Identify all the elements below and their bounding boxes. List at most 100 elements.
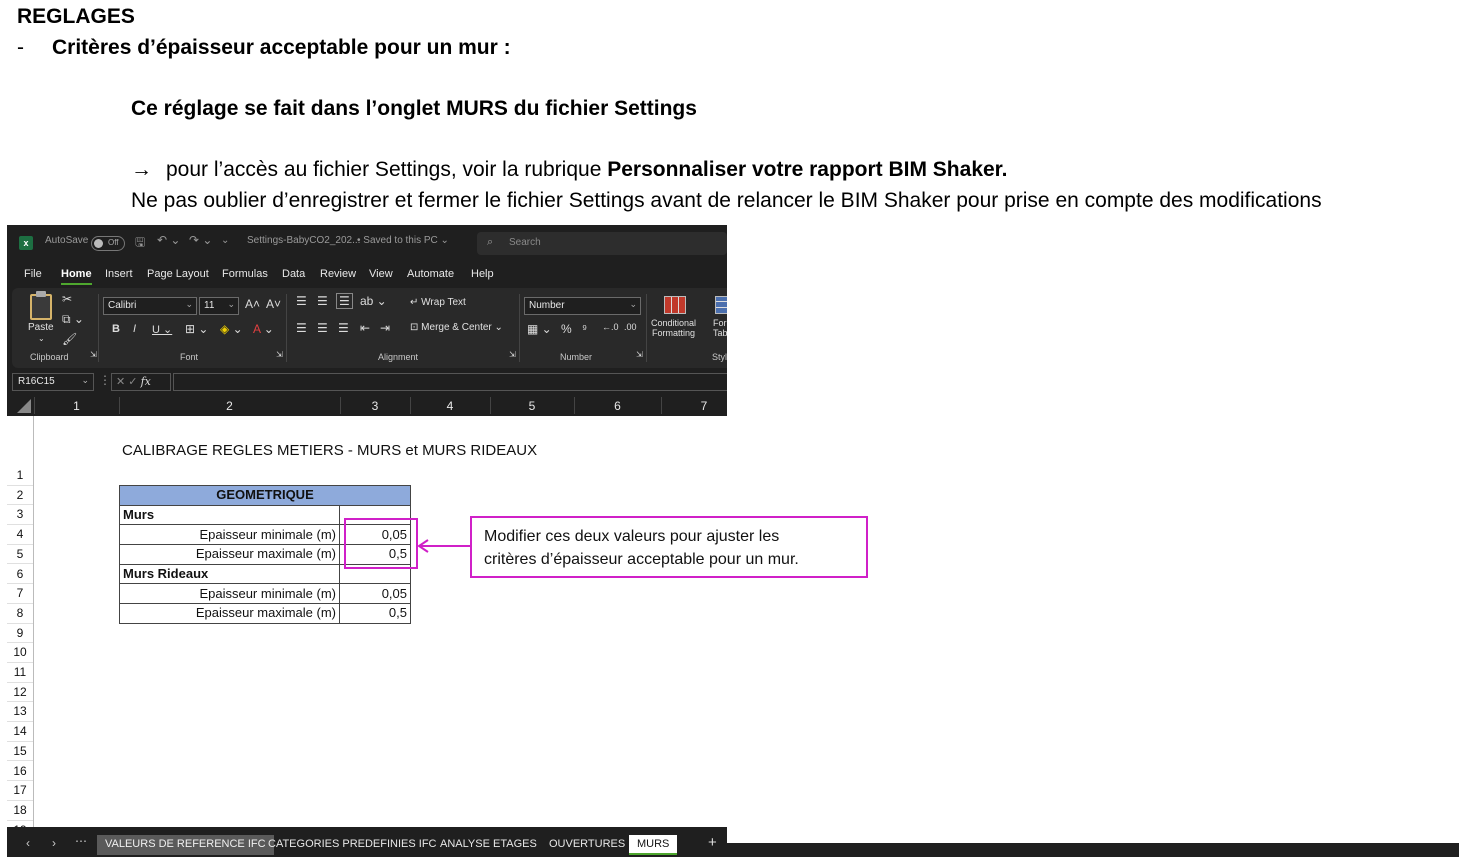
row-header-2[interactable]: 2: [7, 486, 33, 506]
increase-decimal-icon[interactable]: ←.0: [602, 322, 619, 332]
copy-icon[interactable]: ⧉ ⌄: [62, 312, 84, 327]
column-header-7[interactable]: 7: [661, 399, 727, 413]
dialog-launcher-icon[interactable]: ⇲: [276, 350, 283, 359]
group-murs-rideaux-cell[interactable]: Murs Rideaux: [119, 563, 340, 585]
customize-toolbar-icon[interactable]: ⌄: [221, 235, 229, 246]
row-header-6[interactable]: 6: [7, 565, 33, 585]
tab-page-layout[interactable]: Page Layout: [147, 268, 209, 280]
empty-cell[interactable]: [339, 504, 411, 526]
sheet-tab-ouvertures[interactable]: OUVERTURES: [541, 835, 633, 855]
sheet-tab-categories[interactable]: CATEGORIES PREDEFINIES IFC: [260, 835, 445, 855]
wrap-text-button[interactable]: ↵ Wrap Text: [410, 297, 466, 308]
borders-icon[interactable]: ⊞ ⌄: [185, 322, 208, 336]
row-header-16[interactable]: 16: [7, 762, 33, 782]
row-header-8[interactable]: 8: [7, 604, 33, 624]
orientation-icon[interactable]: ab ⌄: [360, 294, 387, 308]
tab-automate[interactable]: Automate: [407, 268, 454, 280]
conditional-formatting-icon[interactable]: [664, 296, 686, 314]
save-icon[interactable]: 🖫: [135, 233, 145, 254]
paste-button[interactable]: Paste: [28, 322, 54, 333]
italic-icon[interactable]: I: [133, 323, 136, 335]
align-center-icon[interactable]: ☰: [317, 321, 328, 335]
bold-icon[interactable]: B: [112, 323, 120, 335]
name-box[interactable]: R16C15 ⌄: [12, 373, 94, 391]
row-header-10[interactable]: 10: [7, 643, 33, 663]
row-header-18[interactable]: 18: [7, 801, 33, 821]
murs-max-label-cell[interactable]: Epaisseur maximale (m): [119, 544, 340, 565]
fill-color-icon[interactable]: ◈ ⌄: [220, 322, 243, 336]
align-bottom-icon[interactable]: ☰: [336, 293, 353, 309]
align-top-icon[interactable]: ☰: [296, 294, 307, 308]
format-painter-icon[interactable]: 🖌: [62, 332, 77, 346]
font-color-icon[interactable]: A ⌄: [253, 322, 274, 336]
increase-indent-icon[interactable]: ⇥: [380, 321, 390, 335]
tab-insert[interactable]: Insert: [105, 268, 133, 280]
row-header-9[interactable]: 9: [7, 624, 33, 644]
align-right-icon[interactable]: ☰: [338, 321, 349, 335]
select-all-icon[interactable]: [17, 399, 31, 413]
font-name-select[interactable]: Calibri ⌄: [103, 297, 197, 315]
row-header-13[interactable]: 13: [7, 702, 33, 723]
tab-file[interactable]: File: [24, 268, 42, 280]
row-header-19[interactable]: 19: [7, 821, 33, 827]
row-header-11[interactable]: 11: [7, 663, 33, 683]
column-header-3[interactable]: 3: [340, 399, 410, 413]
dialog-launcher-icon[interactable]: ⇲: [636, 350, 643, 359]
more-options-icon[interactable]: ⋮: [99, 373, 111, 387]
conditional-formatting-button[interactable]: Conditional Formatting: [651, 318, 696, 338]
row-header-3[interactable]: 3: [7, 505, 33, 526]
autosave-toggle[interactable]: Off: [91, 236, 125, 251]
rideaux-max-label-cell[interactable]: Epaisseur maximale (m): [119, 603, 340, 624]
chevron-right-icon[interactable]: ›: [52, 836, 56, 850]
row-header-4[interactable]: 4: [7, 525, 33, 545]
underline-icon[interactable]: U ⌄: [152, 323, 172, 336]
increase-font-icon[interactable]: A˄: [245, 297, 260, 311]
tab-review[interactable]: Review: [320, 268, 356, 280]
save-status[interactable]: • Saved to this PC ⌄: [357, 235, 449, 246]
column-header-5[interactable]: 5: [490, 399, 574, 413]
murs-max-value-cell[interactable]: 0,5: [339, 544, 411, 565]
tab-view[interactable]: View: [369, 268, 393, 280]
tab-formulas[interactable]: Formulas: [222, 268, 268, 280]
align-middle-icon[interactable]: ☰: [317, 294, 328, 308]
tab-data[interactable]: Data: [282, 268, 305, 280]
tab-help[interactable]: Help: [471, 268, 494, 280]
murs-min-label-cell[interactable]: Epaisseur minimale (m): [119, 524, 340, 546]
more-sheets-icon[interactable]: ⋯: [75, 834, 87, 848]
align-left-icon[interactable]: ☰: [296, 321, 307, 335]
column-header-2[interactable]: 2: [119, 399, 340, 413]
empty-cell[interactable]: [339, 563, 411, 585]
undo-icon[interactable]: ↶ ⌄: [157, 233, 180, 247]
column-header-6[interactable]: 6: [574, 399, 661, 413]
table-header-cell[interactable]: GEOMETRIQUE: [119, 485, 411, 506]
row-header-5[interactable]: 5: [7, 545, 33, 565]
sheet-title[interactable]: CALIBRAGE REGLES METIERS - MURS et MURS …: [122, 442, 537, 459]
number-format-select[interactable]: Number ⌄: [524, 297, 641, 315]
dialog-launcher-icon[interactable]: ⇲: [90, 350, 97, 359]
rideaux-min-label-cell[interactable]: Epaisseur minimale (m): [119, 583, 340, 605]
format-as-table-icon[interactable]: [715, 296, 727, 314]
dialog-launcher-icon[interactable]: ⇲: [509, 350, 516, 359]
merge-center-button[interactable]: ⊡ Merge & Center ⌄: [410, 322, 503, 333]
decrease-font-icon[interactable]: A˅: [266, 297, 281, 311]
murs-min-value-cell[interactable]: 0,05: [339, 524, 411, 546]
comma-style-icon[interactable]: ⁹: [582, 322, 587, 336]
sheet-tab-valeurs[interactable]: VALEURS DE REFERENCE IFC: [97, 835, 274, 855]
row-header-1[interactable]: 1: [7, 466, 33, 486]
confirm-icon[interactable]: ✓: [128, 376, 137, 388]
accounting-format-icon[interactable]: ▦ ⌄: [527, 322, 552, 336]
redo-icon[interactable]: ↷ ⌄: [189, 233, 212, 247]
decrease-decimal-icon[interactable]: .00: [624, 322, 637, 332]
rideaux-max-value-cell[interactable]: 0,5: [339, 603, 411, 624]
format-as-table-button[interactable]: Forn Tab: [713, 318, 727, 338]
search-box[interactable]: ⌕ Search: [477, 232, 727, 255]
row-header-17[interactable]: 17: [7, 781, 33, 801]
sheet-tab-analyse-etages[interactable]: ANALYSE ETAGES: [432, 835, 545, 855]
sheet-tab-murs[interactable]: MURS: [629, 835, 678, 855]
cut-icon[interactable]: ✂: [62, 292, 72, 306]
formula-input[interactable]: [173, 373, 727, 391]
column-header-4[interactable]: 4: [410, 399, 490, 413]
percent-icon[interactable]: %: [561, 322, 572, 336]
row-header-15[interactable]: 15: [7, 742, 33, 762]
font-size-select[interactable]: 11 ⌄: [199, 297, 239, 315]
